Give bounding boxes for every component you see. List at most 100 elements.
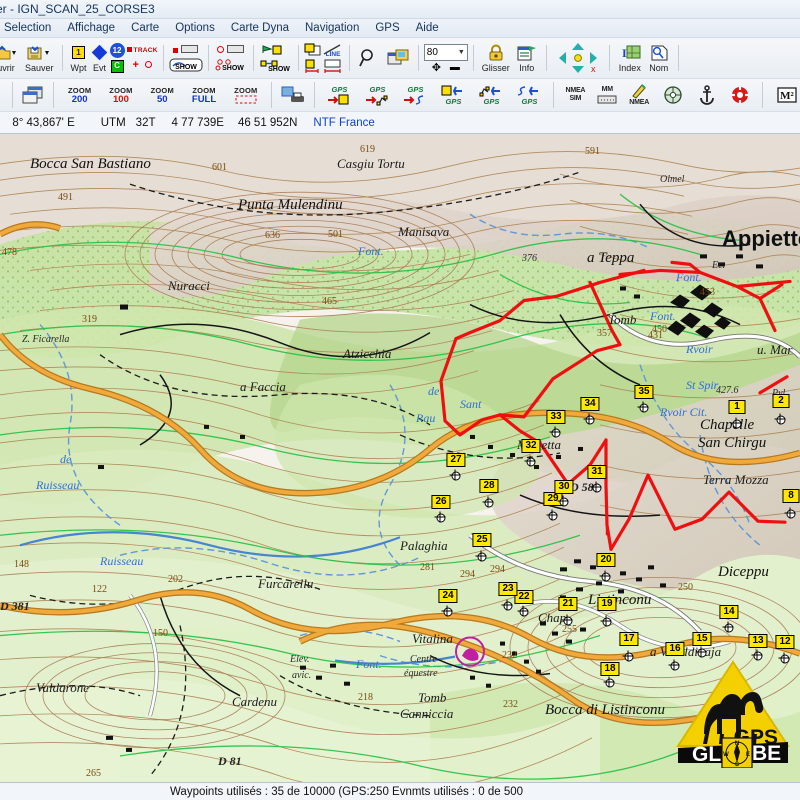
track-add-icon[interactable]: + <box>132 59 152 73</box>
waypoint-marker[interactable]: 35 <box>634 385 654 399</box>
waypoint-marker[interactable]: 23 <box>498 582 518 596</box>
waypoint-marker[interactable]: 16 <box>665 642 685 656</box>
route-row-icon[interactable] <box>217 44 245 56</box>
info-button[interactable]: Info <box>513 43 541 74</box>
measure-box-icon[interactable] <box>322 59 344 73</box>
anchor-button[interactable] <box>691 85 723 105</box>
gps-upload-waypoints-button[interactable]: GPS <box>434 85 472 106</box>
waypoint-marker[interactable]: 17 <box>619 632 639 646</box>
nmea-button[interactable]: NMEA <box>623 83 655 107</box>
print-map-button[interactable] <box>277 85 309 105</box>
tile-window-button[interactable] <box>18 85 48 105</box>
map-view[interactable]: Bocca San Bastiano Casgiu Tortu Olmel 491 60… <box>0 134 800 782</box>
waypoint-marker-dot[interactable] <box>441 605 453 617</box>
waypoint-marker-dot[interactable] <box>501 599 513 611</box>
gps-download-waypoints-button[interactable]: GPS <box>320 85 358 106</box>
waypoint-marker-dot[interactable] <box>434 511 446 523</box>
waypoint-marker-dot[interactable] <box>557 495 569 507</box>
waypoint-marker-dot[interactable] <box>475 550 487 562</box>
waypoint-marker[interactable]: 26 <box>431 495 451 509</box>
zoom-100-button[interactable]: ZOOM 100 <box>100 86 141 105</box>
menu-item-aide[interactable]: Aide <box>408 22 447 34</box>
waypoint-marker-dot[interactable] <box>482 496 494 508</box>
waypoint-marker-dot[interactable] <box>524 455 536 467</box>
c-green-icon[interactable]: C <box>110 59 124 73</box>
zoom-rect-button[interactable]: ZOOM <box>225 86 266 105</box>
waypoint-marker[interactable]: 19 <box>597 597 617 611</box>
waypoint-marker[interactable]: 34 <box>580 397 600 411</box>
gps-download-tracks-button[interactable]: GPS <box>396 85 434 106</box>
waypoint-marker-dot[interactable] <box>722 621 734 633</box>
waypoint-marker[interactable]: 25 <box>472 533 492 547</box>
waypoint-marker[interactable]: 2 <box>772 394 790 408</box>
waypoint-marker[interactable]: 21 <box>558 597 578 611</box>
waypoint-marker-dot[interactable] <box>561 614 573 626</box>
compass-button[interactable] <box>655 86 691 104</box>
event-button[interactable]: Evt <box>90 43 110 74</box>
gps-upload-routes-button[interactable]: GPS <box>472 85 510 106</box>
route-show-icon[interactable]: SHOW <box>214 58 248 72</box>
index-button[interactable]: I Index <box>615 43 645 74</box>
zoom-50-button[interactable]: ZOOM 50 <box>142 86 183 105</box>
waypoint-marker[interactable]: 32 <box>521 439 541 453</box>
pan-arrows-button[interactable]: x <box>552 43 604 74</box>
waypoint-marker-dot[interactable] <box>784 507 796 519</box>
waypoint-marker[interactable]: 28 <box>479 479 499 493</box>
poi-icon[interactable] <box>260 43 292 57</box>
waypoint-marker-dot[interactable] <box>603 676 615 688</box>
waypoint-marker[interactable]: 1 <box>728 400 746 414</box>
open-file-button[interactable]: uvrir <box>0 43 22 74</box>
waypoint-marker-dot[interactable] <box>517 605 529 617</box>
waypoint-marker[interactable]: 18 <box>600 662 620 676</box>
track-mark-icon[interactable]: TRACK <box>126 43 158 57</box>
waypoint-marker-dot[interactable] <box>774 413 786 425</box>
zoom-in-icon[interactable]: ✥ <box>432 62 441 73</box>
gps-upload-tracks-button[interactable]: GPS <box>510 85 548 106</box>
waypoint-marker-dot[interactable] <box>583 413 595 425</box>
waypoint-marker-dot[interactable] <box>730 417 742 429</box>
window-copy-button[interactable] <box>383 48 413 68</box>
nom-button[interactable]: Nom <box>645 43 673 74</box>
waypoint-marker[interactable]: 24 <box>438 589 458 603</box>
gps-download-routes-button[interactable]: GPS <box>358 85 396 106</box>
waypoint-marker[interactable]: 27 <box>446 453 466 467</box>
waypoint-marker[interactable]: 31 <box>587 465 607 479</box>
nmea-sim-button[interactable]: NMEA SIM <box>559 87 591 103</box>
menu-item-carte-dyna[interactable]: Carte Dyna <box>223 22 297 34</box>
line-tool-icon[interactable]: LINE <box>322 43 344 58</box>
menu-item-carte[interactable]: Carte <box>123 22 167 34</box>
waypoint-marker[interactable]: 14 <box>719 605 739 619</box>
waypoint-marker[interactable]: 33 <box>546 410 566 424</box>
glisser-button[interactable]: Glisser <box>479 43 513 74</box>
poi-show-icon[interactable]: SHOW <box>259 59 293 73</box>
menu-item-selection[interactable]: Selection <box>0 22 59 34</box>
waypoint-marker[interactable]: 15 <box>692 632 712 646</box>
waypoint-marker-dot[interactable] <box>695 646 707 658</box>
mm-button[interactable]: MM <box>591 86 623 104</box>
zoom-200-button[interactable]: ZOOM 200 <box>59 86 100 105</box>
waypoint-button[interactable]: 1 Wpt <box>68 43 90 74</box>
waypoint-marker[interactable]: 20 <box>596 553 616 567</box>
menu-item-affichage[interactable]: Affichage <box>59 22 123 34</box>
menu-item-navigation[interactable]: Navigation <box>297 22 367 34</box>
waypoint-marker-dot[interactable] <box>599 570 611 582</box>
zoom-full-button[interactable]: ZOOM FULL <box>183 86 225 105</box>
alarm-button[interactable] <box>723 86 757 104</box>
zoom-combo[interactable]: 80 ▼ <box>423 43 468 61</box>
menu-item-options[interactable]: Options <box>167 22 223 34</box>
waypoint-marker-dot[interactable] <box>590 481 602 493</box>
magnifier-button[interactable] <box>355 48 383 68</box>
measure-segment-icon[interactable] <box>304 59 322 73</box>
track-show-icon[interactable]: SHOW <box>169 58 203 72</box>
save-file-button[interactable]: Sauver <box>22 43 57 74</box>
waypoint-marker-dot[interactable] <box>622 650 634 662</box>
waypoint-marker[interactable]: 12 <box>775 635 795 649</box>
waypoint-marker-dot[interactable] <box>637 401 649 413</box>
zoom-out-icon[interactable]: ▬ <box>450 62 460 73</box>
waypoint-marker-dot[interactable] <box>546 509 558 521</box>
waypoint-marker[interactable]: 30 <box>554 480 574 494</box>
waypoint-marker[interactable]: 13 <box>748 634 768 648</box>
waypoint-marker-dot[interactable] <box>549 426 561 438</box>
waypoint-marker-dot[interactable] <box>449 469 461 481</box>
menu-item-gps[interactable]: GPS <box>367 22 407 34</box>
